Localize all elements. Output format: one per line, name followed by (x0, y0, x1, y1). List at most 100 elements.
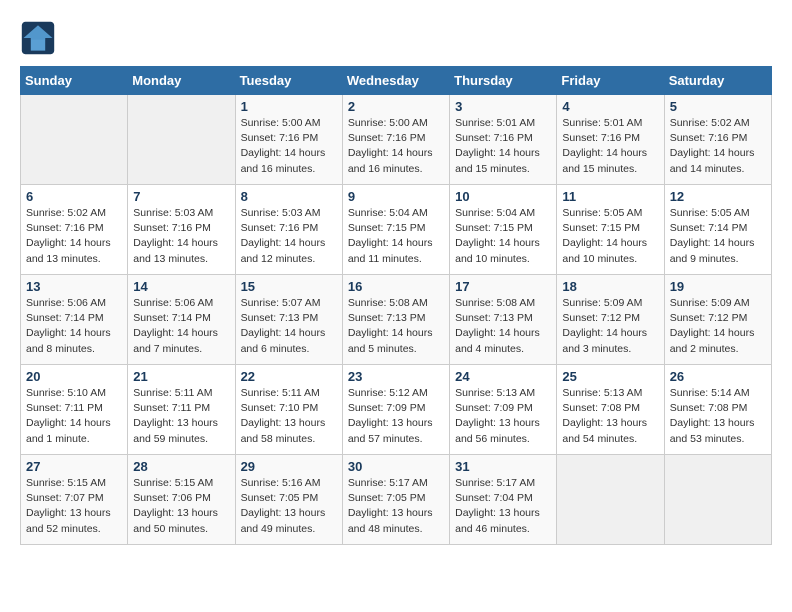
day-number: 2 (348, 99, 444, 114)
day-number: 8 (241, 189, 337, 204)
day-info: Sunrise: 5:02 AM Sunset: 7:16 PM Dayligh… (26, 206, 122, 267)
logo-icon (20, 20, 56, 56)
col-header-wednesday: Wednesday (342, 67, 449, 95)
day-info: Sunrise: 5:00 AM Sunset: 7:16 PM Dayligh… (241, 116, 337, 177)
day-number: 28 (133, 459, 229, 474)
day-info: Sunrise: 5:09 AM Sunset: 7:12 PM Dayligh… (670, 296, 766, 357)
day-info: Sunrise: 5:05 AM Sunset: 7:14 PM Dayligh… (670, 206, 766, 267)
calendar-cell: 23 Sunrise: 5:12 AM Sunset: 7:09 PM Dayli… (342, 365, 449, 455)
calendar-cell: 20 Sunrise: 5:10 AM Sunset: 7:11 PM Dayli… (21, 365, 128, 455)
day-number: 23 (348, 369, 444, 384)
day-number: 3 (455, 99, 551, 114)
day-info: Sunrise: 5:06 AM Sunset: 7:14 PM Dayligh… (26, 296, 122, 357)
day-info: Sunrise: 5:17 AM Sunset: 7:04 PM Dayligh… (455, 476, 551, 537)
day-info: Sunrise: 5:15 AM Sunset: 7:06 PM Dayligh… (133, 476, 229, 537)
day-info: Sunrise: 5:03 AM Sunset: 7:16 PM Dayligh… (133, 206, 229, 267)
day-info: Sunrise: 5:11 AM Sunset: 7:10 PM Dayligh… (241, 386, 337, 447)
day-number: 15 (241, 279, 337, 294)
day-number: 12 (670, 189, 766, 204)
col-header-tuesday: Tuesday (235, 67, 342, 95)
calendar-cell: 14 Sunrise: 5:06 AM Sunset: 7:14 PM Dayli… (128, 275, 235, 365)
calendar-cell (21, 95, 128, 185)
calendar-cell: 12 Sunrise: 5:05 AM Sunset: 7:14 PM Dayli… (664, 185, 771, 275)
calendar-cell: 5 Sunrise: 5:02 AM Sunset: 7:16 PM Daylig… (664, 95, 771, 185)
day-info: Sunrise: 5:11 AM Sunset: 7:11 PM Dayligh… (133, 386, 229, 447)
calendar-cell: 28 Sunrise: 5:15 AM Sunset: 7:06 PM Dayli… (128, 455, 235, 545)
calendar-cell: 15 Sunrise: 5:07 AM Sunset: 7:13 PM Dayli… (235, 275, 342, 365)
calendar-cell: 21Sunrise: 5:11 AM Sunset: 7:11 PM Dayli… (128, 365, 235, 455)
calendar-cell: 11Sunrise: 5:05 AM Sunset: 7:15 PM Dayli… (557, 185, 664, 275)
day-info: Sunrise: 5:16 AM Sunset: 7:05 PM Dayligh… (241, 476, 337, 537)
logo (20, 20, 60, 56)
day-info: Sunrise: 5:08 AM Sunset: 7:13 PM Dayligh… (455, 296, 551, 357)
day-number: 14 (133, 279, 229, 294)
calendar-cell: 29 Sunrise: 5:16 AM Sunset: 7:05 PM Dayli… (235, 455, 342, 545)
day-info: Sunrise: 5:07 AM Sunset: 7:13 PM Dayligh… (241, 296, 337, 357)
calendar-cell: 2 Sunrise: 5:00 AM Sunset: 7:16 PM Daylig… (342, 95, 449, 185)
day-info: Sunrise: 5:04 AM Sunset: 7:15 PM Dayligh… (455, 206, 551, 267)
day-info: Sunrise: 5:01 AM Sunset: 7:16 PM Dayligh… (455, 116, 551, 177)
calendar-cell: 10 Sunrise: 5:04 AM Sunset: 7:15 PM Dayli… (450, 185, 557, 275)
calendar-cell (128, 95, 235, 185)
day-number: 13 (26, 279, 122, 294)
col-header-thursday: Thursday (450, 67, 557, 95)
calendar-cell: 4 Sunrise: 5:01 AM Sunset: 7:16 PM Daylig… (557, 95, 664, 185)
calendar-cell: 3 Sunrise: 5:01 AM Sunset: 7:16 PM Daylig… (450, 95, 557, 185)
calendar-cell: 18 Sunrise: 5:09 AM Sunset: 7:12 PM Dayli… (557, 275, 664, 365)
day-info: Sunrise: 5:05 AM Sunset: 7:15 PM Dayligh… (562, 206, 658, 267)
calendar-cell: 31 Sunrise: 5:17 AM Sunset: 7:04 PM Dayli… (450, 455, 557, 545)
day-info: Sunrise: 5:13 AM Sunset: 7:09 PM Dayligh… (455, 386, 551, 447)
day-number: 18 (562, 279, 658, 294)
calendar-cell: 9Sunrise: 5:04 AM Sunset: 7:15 PM Daylig… (342, 185, 449, 275)
calendar-cell: 22 Sunrise: 5:11 AM Sunset: 7:10 PM Dayli… (235, 365, 342, 455)
day-info: Sunrise: 5:00 AM Sunset: 7:16 PM Dayligh… (348, 116, 444, 177)
calendar-cell: 13 Sunrise: 5:06 AM Sunset: 7:14 PM Dayli… (21, 275, 128, 365)
day-number: 25 (562, 369, 658, 384)
calendar-table: SundayMondayTuesdayWednesdayThursdayFrid… (20, 66, 772, 545)
calendar-cell: 27 Sunrise: 5:15 AM Sunset: 7:07 PM Dayli… (21, 455, 128, 545)
calendar-cell: 24 Sunrise: 5:13 AM Sunset: 7:09 PM Dayli… (450, 365, 557, 455)
day-number: 6 (26, 189, 122, 204)
day-number: 19 (670, 279, 766, 294)
day-info: Sunrise: 5:08 AM Sunset: 7:13 PM Dayligh… (348, 296, 444, 357)
day-number: 22 (241, 369, 337, 384)
calendar-cell (664, 455, 771, 545)
day-info: Sunrise: 5:03 AM Sunset: 7:16 PM Dayligh… (241, 206, 337, 267)
day-info: Sunrise: 5:12 AM Sunset: 7:09 PM Dayligh… (348, 386, 444, 447)
day-number: 7 (133, 189, 229, 204)
day-info: Sunrise: 5:17 AM Sunset: 7:05 PM Dayligh… (348, 476, 444, 537)
calendar-cell: 1Sunrise: 5:00 AM Sunset: 7:16 PM Daylig… (235, 95, 342, 185)
calendar-cell: 26Sunrise: 5:14 AM Sunset: 7:08 PM Dayli… (664, 365, 771, 455)
day-number: 4 (562, 99, 658, 114)
day-info: Sunrise: 5:06 AM Sunset: 7:14 PM Dayligh… (133, 296, 229, 357)
col-header-saturday: Saturday (664, 67, 771, 95)
day-info: Sunrise: 5:02 AM Sunset: 7:16 PM Dayligh… (670, 116, 766, 177)
day-number: 29 (241, 459, 337, 474)
calendar-cell: 8 Sunrise: 5:03 AM Sunset: 7:16 PM Daylig… (235, 185, 342, 275)
col-header-monday: Monday (128, 67, 235, 95)
day-info: Sunrise: 5:01 AM Sunset: 7:16 PM Dayligh… (562, 116, 658, 177)
day-info: Sunrise: 5:15 AM Sunset: 7:07 PM Dayligh… (26, 476, 122, 537)
day-number: 20 (26, 369, 122, 384)
day-info: Sunrise: 5:14 AM Sunset: 7:08 PM Dayligh… (670, 386, 766, 447)
day-number: 31 (455, 459, 551, 474)
calendar-cell: 19 Sunrise: 5:09 AM Sunset: 7:12 PM Dayli… (664, 275, 771, 365)
day-number: 24 (455, 369, 551, 384)
day-number: 27 (26, 459, 122, 474)
day-info: Sunrise: 5:09 AM Sunset: 7:12 PM Dayligh… (562, 296, 658, 357)
day-number: 5 (670, 99, 766, 114)
col-header-sunday: Sunday (21, 67, 128, 95)
day-info: Sunrise: 5:10 AM Sunset: 7:11 PM Dayligh… (26, 386, 122, 447)
day-number: 17 (455, 279, 551, 294)
calendar-cell: 6 Sunrise: 5:02 AM Sunset: 7:16 PM Daylig… (21, 185, 128, 275)
calendar-cell: 17 Sunrise: 5:08 AM Sunset: 7:13 PM Dayli… (450, 275, 557, 365)
day-info: Sunrise: 5:04 AM Sunset: 7:15 PM Dayligh… (348, 206, 444, 267)
calendar-cell: 30 Sunrise: 5:17 AM Sunset: 7:05 PM Dayli… (342, 455, 449, 545)
page-header (20, 20, 772, 56)
calendar-cell: 16 Sunrise: 5:08 AM Sunset: 7:13 PM Dayli… (342, 275, 449, 365)
day-number: 30 (348, 459, 444, 474)
day-info: Sunrise: 5:13 AM Sunset: 7:08 PM Dayligh… (562, 386, 658, 447)
calendar-cell: 25 Sunrise: 5:13 AM Sunset: 7:08 PM Dayli… (557, 365, 664, 455)
day-number: 10 (455, 189, 551, 204)
day-number: 16 (348, 279, 444, 294)
